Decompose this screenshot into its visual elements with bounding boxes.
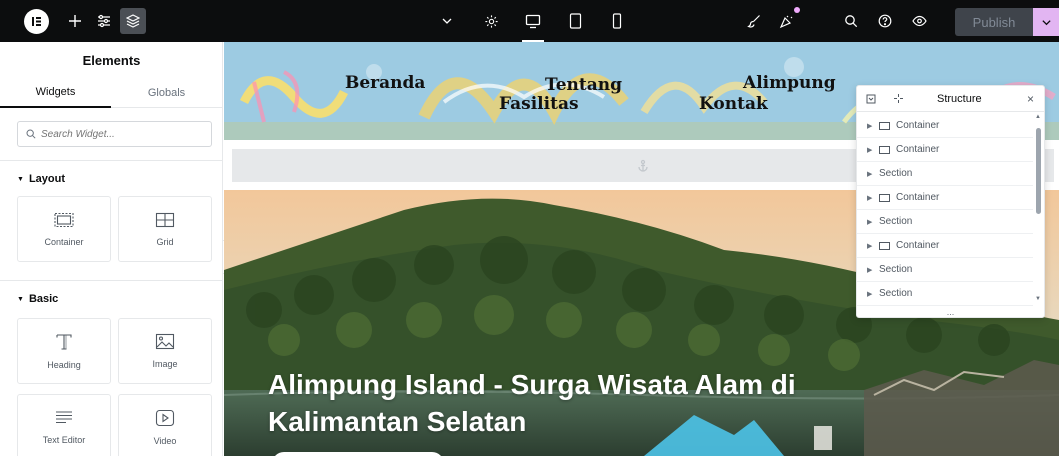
panel-tabs: Widgets Globals bbox=[0, 78, 222, 108]
widget-container[interactable]: Container bbox=[17, 196, 111, 262]
top-bar: Publish bbox=[0, 0, 1059, 42]
nav-link-fasilitas[interactable]: Fasilitas bbox=[499, 94, 579, 114]
caret-right-icon[interactable]: ▶ bbox=[867, 170, 873, 178]
nav-link-kontak[interactable]: Kontak bbox=[699, 94, 768, 114]
elementor-logo-icon[interactable] bbox=[24, 9, 49, 34]
anchor-icon bbox=[638, 159, 648, 172]
search-icon bbox=[26, 129, 36, 139]
collapse-all-icon[interactable] bbox=[866, 94, 876, 104]
structure-panel: Structure × ▶ Container ▶ Container ▶ Se… bbox=[856, 85, 1045, 318]
tab-globals[interactable]: Globals bbox=[111, 78, 222, 108]
structure-item-label: Container bbox=[896, 240, 940, 251]
container-icon bbox=[879, 145, 890, 154]
widget-label: Grid bbox=[156, 236, 174, 247]
heading-icon bbox=[56, 333, 72, 350]
divider bbox=[0, 160, 222, 161]
category-label: Basic bbox=[28, 293, 59, 305]
search-icon[interactable] bbox=[838, 8, 864, 34]
layers-icon[interactable] bbox=[120, 8, 146, 34]
help-icon[interactable] bbox=[872, 8, 898, 34]
container-icon bbox=[54, 212, 74, 227]
structure-item[interactable]: ▶ Section bbox=[857, 282, 1033, 306]
structure-item[interactable]: ▶ Container bbox=[857, 234, 1033, 258]
nav-link-alimpung[interactable]: Alimpung bbox=[743, 73, 836, 93]
widget-text-editor[interactable]: Text Editor bbox=[17, 394, 111, 456]
nav-link-beranda[interactable]: Beranda bbox=[345, 73, 425, 93]
structure-item-label: Container bbox=[896, 144, 940, 155]
structure-item[interactable]: ▶ Container bbox=[857, 138, 1033, 162]
resize-handle[interactable]: ... bbox=[857, 306, 1044, 318]
widget-label: Text Editor bbox=[42, 434, 86, 445]
notes-icon[interactable] bbox=[773, 7, 800, 34]
hero-cta-button[interactable] bbox=[272, 452, 444, 456]
widget-label: Heading bbox=[47, 359, 81, 370]
desktop-icon[interactable] bbox=[520, 8, 546, 34]
structure-item-label: Container bbox=[896, 120, 940, 131]
tab-widgets[interactable]: Widgets bbox=[0, 78, 111, 108]
caret-right-icon[interactable]: ▶ bbox=[867, 146, 873, 154]
panel-title: Elements bbox=[82, 52, 141, 68]
category-label: Layout bbox=[28, 173, 65, 185]
structure-item[interactable]: ▶ Section bbox=[857, 210, 1033, 234]
caret-right-icon[interactable]: ▶ bbox=[867, 122, 873, 130]
widget-grid[interactable]: Grid bbox=[118, 196, 212, 262]
publish-button[interactable]: Publish bbox=[955, 8, 1033, 36]
grid-icon bbox=[155, 212, 175, 227]
preview-eye-icon[interactable] bbox=[906, 8, 932, 34]
structure-item[interactable]: ▶ Section bbox=[857, 258, 1033, 282]
notification-dot bbox=[794, 7, 800, 13]
structure-item-label: Section bbox=[879, 264, 913, 275]
structure-item-label: Section bbox=[879, 216, 913, 227]
caret-right-icon[interactable]: ▶ bbox=[867, 290, 873, 298]
scrollbar-thumb[interactable] bbox=[1036, 128, 1041, 214]
widget-label: Image bbox=[152, 359, 178, 369]
gear-icon[interactable] bbox=[478, 8, 504, 34]
structure-item[interactable]: ▶ Container bbox=[857, 186, 1033, 210]
close-icon[interactable]: × bbox=[1027, 92, 1034, 106]
structure-item[interactable]: ▶ Container bbox=[857, 114, 1033, 138]
publish-options-button[interactable] bbox=[1033, 8, 1059, 36]
nav-link-tentang[interactable]: Tentang bbox=[545, 75, 622, 95]
chevron-down-icon bbox=[1041, 19, 1051, 25]
structure-header: Structure × bbox=[857, 86, 1044, 112]
category-layout[interactable]: ▼ Layout bbox=[17, 173, 65, 185]
caret-down-icon: ▼ bbox=[17, 175, 24, 183]
caret-right-icon[interactable]: ▶ bbox=[867, 194, 873, 202]
widget-label: Video bbox=[153, 435, 177, 446]
container-icon bbox=[879, 241, 890, 250]
divider bbox=[0, 280, 222, 281]
structure-item-label: Section bbox=[879, 288, 913, 299]
sliders-icon[interactable] bbox=[91, 8, 117, 34]
caret-right-icon[interactable]: ▶ bbox=[867, 266, 873, 274]
elements-panel: Elements Widgets Globals ▼ Layout Contai… bbox=[0, 42, 223, 456]
container-icon bbox=[879, 193, 890, 202]
caret-right-icon[interactable]: ▶ bbox=[867, 218, 873, 226]
ai-sparkle-icon[interactable] bbox=[893, 93, 904, 104]
caret-down-icon: ▼ bbox=[17, 295, 24, 303]
category-basic[interactable]: ▼ Basic bbox=[17, 293, 58, 305]
search-widget-field[interactable] bbox=[17, 121, 212, 147]
container-icon bbox=[879, 121, 890, 130]
paint-brush-icon[interactable] bbox=[741, 8, 767, 34]
tablet-icon[interactable] bbox=[562, 8, 588, 34]
structure-item[interactable]: ▶ Section bbox=[857, 162, 1033, 186]
widget-video[interactable]: Video bbox=[118, 394, 212, 456]
caret-right-icon[interactable]: ▶ bbox=[867, 242, 873, 250]
scroll-down-icon[interactable]: ▼ bbox=[1035, 296, 1041, 302]
search-widget-input[interactable] bbox=[41, 128, 201, 140]
plus-icon[interactable] bbox=[62, 8, 88, 34]
structure-title: Structure bbox=[937, 92, 982, 105]
hero-heading[interactable]: Alimpung Island - Surga Wisata Alam di K… bbox=[268, 366, 928, 440]
structure-item-label: Section bbox=[879, 168, 913, 179]
mobile-icon[interactable] bbox=[604, 8, 630, 34]
text-editor-icon bbox=[56, 410, 72, 423]
image-icon bbox=[155, 333, 175, 350]
widget-heading[interactable]: Heading bbox=[17, 318, 111, 384]
widget-label: Container bbox=[44, 236, 84, 247]
scroll-up-icon[interactable]: ▲ bbox=[1035, 114, 1041, 120]
chevron-down-icon[interactable] bbox=[434, 8, 460, 34]
widget-image[interactable]: Image bbox=[118, 318, 212, 384]
structure-item-label: Container bbox=[896, 192, 940, 203]
video-icon bbox=[155, 409, 175, 426]
